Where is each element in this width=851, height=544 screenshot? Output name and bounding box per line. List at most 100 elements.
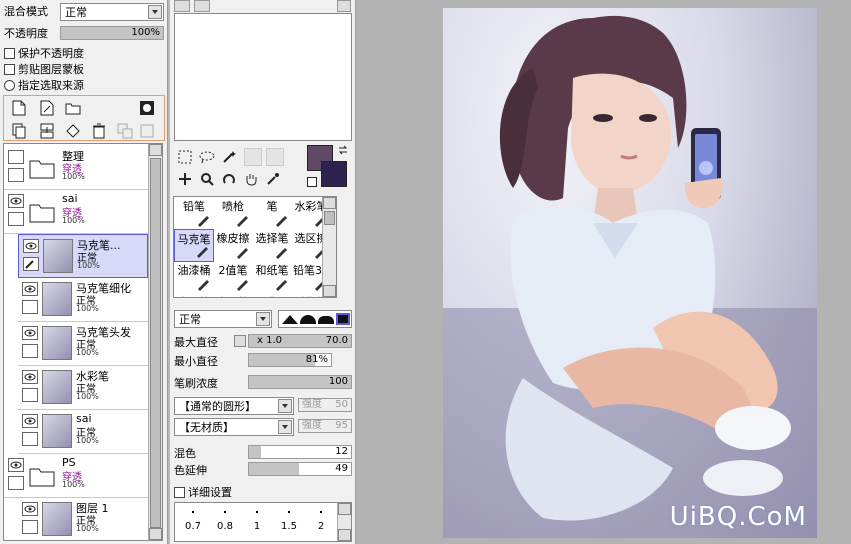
layer-row[interactable]: 马克笔... 正常 100% [18, 234, 148, 278]
scroll-down-icon[interactable] [149, 528, 162, 540]
brush-slot[interactable]: 旧水彩 [252, 293, 292, 297]
brush-slot[interactable]: 马克笔 [174, 229, 214, 262]
layer-row[interactable]: 马克笔细化 正常 100% [18, 278, 148, 322]
new-folder-icon[interactable] [64, 99, 82, 117]
scroll-down-icon[interactable] [338, 529, 351, 541]
lock-toggle[interactable] [8, 212, 24, 226]
preserve-opacity-checkbox[interactable]: 保护不透明度 [4, 45, 84, 61]
brush-slot[interactable]: 水彩笔 [174, 293, 214, 297]
checkbox-box[interactable] [4, 47, 15, 59]
brush-slot[interactable]: 和纸笔 [252, 261, 292, 294]
zoom-in-icon[interactable] [174, 0, 190, 12]
magic-wand-icon[interactable] [220, 148, 238, 166]
size-preset[interactable]: 0.7 [179, 509, 207, 532]
scroll-up-icon[interactable] [338, 503, 351, 515]
rect-select-icon[interactable] [176, 148, 194, 166]
scroll-up-icon[interactable] [323, 197, 336, 209]
eye-icon[interactable] [22, 502, 38, 516]
eye-icon[interactable] [23, 239, 39, 253]
shape-strength-slider[interactable]: 强度 50 [298, 398, 352, 412]
density-slider[interactable]: 100 [248, 375, 352, 389]
merge-down-icon[interactable] [38, 122, 56, 140]
selection-source-radio[interactable]: 指定选取来源 [4, 77, 84, 93]
flatten-icon[interactable] [138, 122, 156, 140]
scroll-down-icon[interactable] [323, 285, 336, 297]
rotate-icon[interactable] [220, 170, 238, 188]
checkbox-box[interactable] [4, 63, 15, 75]
hand-icon[interactable] [242, 170, 260, 188]
mask-icon[interactable] [138, 99, 156, 117]
brush-lock-icon[interactable] [23, 257, 39, 271]
move-icon[interactable] [176, 170, 194, 188]
reset-colors-icon[interactable] [307, 177, 317, 187]
edge-flat-icon[interactable] [336, 313, 350, 325]
brush-slot[interactable]: 2值笔 [213, 261, 253, 294]
size-preset[interactable]: 2 [307, 509, 335, 532]
zoom-out-icon[interactable] [194, 0, 210, 12]
layer-folder-row[interactable]: 整理 穿透 100% [4, 146, 148, 190]
lock-toggle[interactable] [8, 476, 24, 490]
swap-colors-icon[interactable] [338, 145, 348, 155]
brush-texture-select[interactable]: 【无材质】 [174, 418, 294, 436]
texture-strength-slider[interactable]: 强度 95 [298, 419, 352, 433]
size-preset[interactable]: 0.8 [211, 509, 239, 532]
opacity-slider[interactable]: 100% [60, 26, 164, 40]
canvas-area[interactable]: UiBQ.CoM [357, 0, 851, 544]
eye-icon[interactable] [8, 194, 24, 208]
navigator-preview[interactable] [174, 13, 352, 141]
new-linked-layer-icon[interactable] [38, 99, 56, 117]
eye-icon[interactable] [22, 282, 38, 296]
scroll-up-icon[interactable] [149, 144, 162, 156]
zoom-icon[interactable] [198, 170, 216, 188]
secondary-color-swatch[interactable] [321, 161, 347, 187]
brush-slot[interactable]: 铅笔 [174, 197, 214, 230]
layer-folder-row[interactable]: sai 穿透 100% [4, 190, 148, 234]
lock-toggle[interactable] [22, 300, 38, 314]
lock-toggle[interactable] [22, 520, 38, 534]
edge-medium-icon[interactable] [300, 315, 316, 324]
merge-visible-icon[interactable] [116, 122, 134, 140]
size-preset[interactable]: 1 [243, 509, 271, 532]
eyedropper-icon[interactable] [264, 170, 282, 188]
eye-icon[interactable] [8, 458, 24, 472]
brush-slot[interactable]: 水彩笔 [213, 293, 253, 297]
edge-soft-icon[interactable] [318, 316, 334, 324]
blend-mode-select[interactable]: 正常 [60, 3, 164, 21]
brush-slot[interactable]: 笔 [252, 197, 292, 230]
brush-slot[interactable]: 喷枪 [213, 197, 253, 230]
scroll-thumb[interactable] [150, 158, 161, 528]
eye-icon[interactable] [22, 370, 38, 384]
max-size-menu-icon[interactable] [234, 335, 246, 347]
max-size-slider[interactable]: x 1.0 70.0 [248, 334, 352, 348]
lock-toggle[interactable] [22, 432, 38, 446]
layer-list-scrollbar[interactable] [148, 144, 162, 540]
brush-slot[interactable]: 橡皮擦 [213, 229, 253, 262]
persistence-slider[interactable]: 49 [248, 462, 352, 476]
layer-row[interactable]: 马克笔头发 正常 100% [18, 322, 148, 366]
layer-row[interactable]: 水彩笔 正常 100% [18, 366, 148, 410]
edge-hard-icon[interactable] [282, 315, 298, 324]
eye-icon[interactable] [22, 414, 38, 428]
lock-toggle[interactable] [22, 388, 38, 402]
lasso-icon[interactable] [198, 148, 216, 166]
clear-layer-icon[interactable] [64, 122, 82, 140]
scroll-thumb[interactable] [324, 211, 335, 225]
size-preset[interactable]: 1.5 [275, 509, 303, 532]
copy-layer-icon[interactable] [10, 122, 28, 140]
brush-slot[interactable]: 油漆桶 [174, 261, 214, 294]
brush-mode-select[interactable]: 正常 [174, 310, 272, 328]
detail-settings-checkbox[interactable]: 详细设置 [174, 484, 232, 500]
layer-row[interactable]: sai 正常 100% [18, 410, 148, 454]
lock-toggle[interactable] [8, 168, 24, 182]
clipping-checkbox[interactable]: 剪贴图层蒙板 [4, 61, 84, 77]
brush-shape-select[interactable]: 【通常的圆形】 [174, 397, 294, 415]
layer-folder-row[interactable]: PS 穿透 100% [4, 454, 148, 498]
blend-slider[interactable]: 12 [248, 445, 352, 459]
canvas-artwork[interactable]: UiBQ.CoM [443, 8, 817, 538]
eye-icon[interactable] [22, 326, 38, 340]
size-presets-scrollbar[interactable] [337, 503, 351, 541]
new-layer-icon[interactable] [10, 99, 28, 117]
checkbox-box[interactable] [174, 486, 185, 498]
min-size-slider[interactable]: 81% [248, 353, 332, 367]
trash-icon[interactable] [90, 122, 108, 140]
